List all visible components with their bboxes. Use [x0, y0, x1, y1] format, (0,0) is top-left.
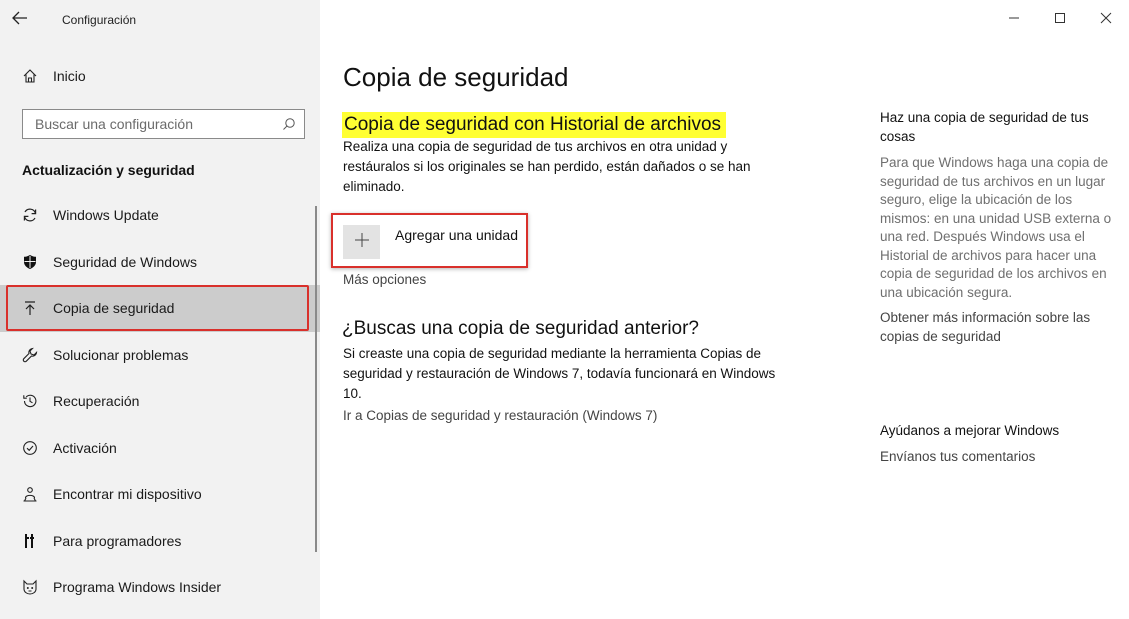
related-body: Para que Windows haga una copia de segur…: [880, 155, 1112, 300]
insider-cat-icon: [22, 579, 38, 595]
home-icon: [22, 68, 38, 84]
window-controls: [991, 0, 1129, 40]
sidebar-item-label: Solucionar problemas: [53, 346, 189, 363]
refresh-icon: [22, 207, 38, 223]
learn-more-link[interactable]: Obtener más información sobre las copias…: [880, 308, 1115, 346]
close-button[interactable]: [1083, 0, 1129, 40]
check-circle-icon: [22, 440, 38, 456]
sidebar-item-label: Recuperación: [53, 393, 140, 410]
sidebar-item-insider[interactable]: Programa Windows Insider: [0, 564, 320, 611]
sidebar-item-label: Copia de seguridad: [53, 300, 175, 317]
sidebar-item-recovery[interactable]: Recuperación: [0, 378, 320, 425]
sidebar-item-troubleshoot[interactable]: Solucionar problemas: [0, 332, 320, 379]
section-title: Actualización y seguridad: [22, 162, 195, 178]
older-backup-title: ¿Buscas una copia de seguridad anterior?: [342, 318, 700, 339]
send-feedback-link[interactable]: Envíanos tus comentarios: [880, 449, 1035, 464]
older-backup-description: Si creaste una copia de seguridad median…: [343, 346, 776, 401]
sidebar-item-label: Programa Windows Insider: [53, 579, 222, 596]
sidebar-item-windows-update[interactable]: Windows Update: [0, 192, 320, 239]
plus-icon: [354, 232, 369, 252]
sidebar-item-activation[interactable]: Activación: [0, 425, 320, 472]
sidebar-item-home[interactable]: Inicio: [0, 56, 320, 96]
minimize-icon: [1008, 11, 1020, 29]
related-title: Haz una copia de seguridad de tus cosas: [880, 110, 1089, 144]
minimize-button[interactable]: [991, 0, 1037, 40]
wrench-icon: [22, 347, 38, 363]
sidebar-item-label: Seguridad de Windows: [53, 253, 197, 270]
sidebar-item-developers[interactable]: Para programadores: [0, 518, 320, 565]
file-history-title: Copia de seguridad con Historial de arch…: [342, 112, 727, 138]
shield-icon: [22, 254, 38, 270]
title-bar: Configuración: [0, 0, 320, 40]
upload-arrow-icon: [22, 300, 38, 316]
history-icon: [22, 393, 38, 409]
search-field[interactable]: [22, 109, 305, 139]
sidebar-item-label: Para programadores: [53, 532, 182, 549]
sidebar-item-backup[interactable]: Copia de seguridad: [0, 285, 320, 332]
person-locate-icon: [22, 486, 38, 502]
maximize-button[interactable]: [1037, 0, 1083, 40]
more-options-link[interactable]: Más opciones: [343, 272, 426, 287]
sidebar-item-windows-security[interactable]: Seguridad de Windows: [0, 239, 320, 286]
back-button[interactable]: [0, 0, 40, 40]
back-arrow-icon: [12, 11, 28, 30]
add-drive-label: Agregar una unidad: [395, 227, 518, 243]
search-icon[interactable]: [282, 117, 296, 131]
add-drive-tile: [343, 225, 380, 259]
close-icon: [1100, 11, 1112, 29]
app-title: Configuración: [62, 13, 137, 27]
maximize-icon: [1054, 11, 1066, 29]
sidebar-item-label: Encontrar mi dispositivo: [53, 486, 202, 503]
sidebar-item-label: Activación: [53, 439, 117, 456]
sidebar-item-label: Inicio: [53, 68, 86, 84]
file-history-description: Realiza una copia de seguridad de tus ar…: [343, 139, 751, 194]
related-info-panel: Haz una copia de seguridad de tus cosas …: [880, 108, 1115, 346]
sidebar-scrollbar[interactable]: [315, 206, 317, 552]
sidebar: Configuración Inicio Actualización y seg…: [0, 0, 320, 619]
search-input[interactable]: [35, 116, 275, 132]
sidebar-nav: Windows Update Seguridad de Windows Copi…: [0, 192, 320, 611]
add-drive-button[interactable]: Agregar una unidad: [331, 213, 528, 268]
windows7-backup-link[interactable]: Ir a Copias de seguridad y restauración …: [343, 408, 657, 423]
sidebar-item-find-my-device[interactable]: Encontrar mi dispositivo: [0, 471, 320, 518]
developer-tools-icon: [22, 533, 38, 549]
feedback-title: Ayúdanos a mejorar Windows: [880, 423, 1060, 438]
sidebar-item-label: Windows Update: [53, 207, 159, 224]
page-title: Copia de seguridad: [343, 62, 569, 92]
